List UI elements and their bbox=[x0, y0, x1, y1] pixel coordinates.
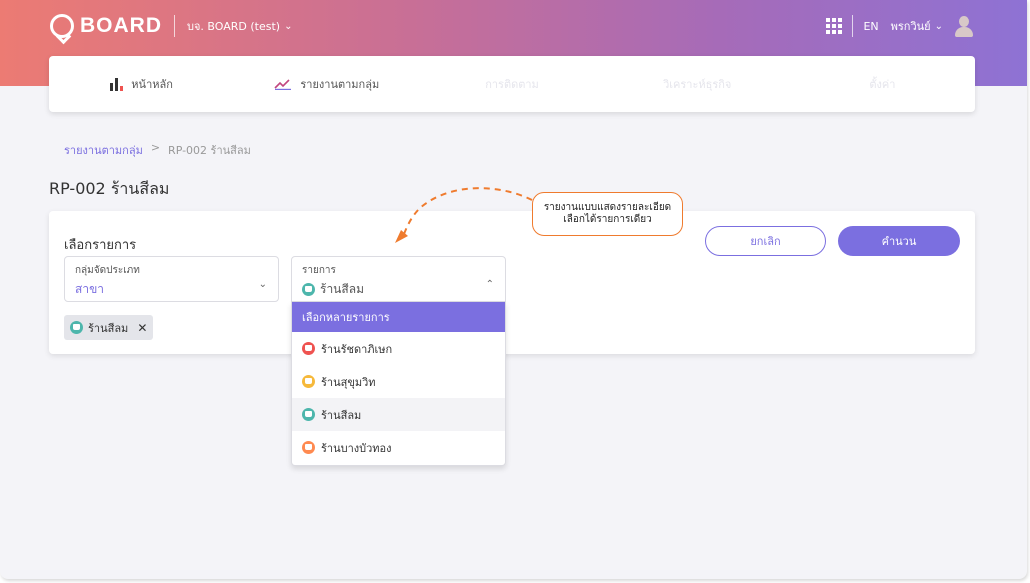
brand[interactable]: BOARD บจ. BOARD (test) ⌄ bbox=[50, 14, 292, 38]
app-frame: BOARD บจ. BOARD (test) ⌄ EN พรกวินย์ ⌄ ห… bbox=[0, 0, 1027, 579]
nav-label: หน้าหลัก bbox=[131, 78, 173, 91]
nav-label: วิเคราะห์ธุรกิจ bbox=[663, 78, 732, 91]
chevron-down-icon: ⌄ bbox=[934, 20, 943, 32]
nav-label: การติดตาม bbox=[485, 78, 539, 91]
company-name: บจ. BOARD (test) bbox=[187, 20, 281, 33]
close-icon[interactable]: ✕ bbox=[137, 321, 147, 335]
dropdown-option-selected[interactable]: ร้านสีลม bbox=[292, 398, 505, 431]
field-label: รายการ bbox=[302, 265, 336, 276]
nav-label: รายงานตามกลุ่ม bbox=[300, 78, 380, 91]
nav-item-analytics[interactable]: วิเคราะห์ธุรกิจ bbox=[605, 75, 790, 93]
multi-select-option[interactable]: เลือกหลายรายการ bbox=[292, 302, 505, 332]
header-actions: EN พรกวินย์ ⌄ bbox=[826, 15, 975, 37]
section-label: เลือกรายการ bbox=[64, 238, 137, 253]
dropdown-option[interactable]: ร้านรัชดาภิเษก bbox=[292, 332, 505, 365]
nav-item-settings[interactable]: ตั้งค่า bbox=[790, 75, 975, 93]
trend-line-icon bbox=[274, 79, 292, 90]
annotation-callout: รายงานแบบแสดงรายละเอียด เลือกได้รายการเด… bbox=[532, 192, 683, 236]
callout-line-1: รายงานแบบแสดงรายละเอียด bbox=[543, 202, 672, 213]
shop-icon bbox=[302, 441, 315, 454]
callout-line-2: เลือกได้รายการเดียว bbox=[563, 214, 652, 225]
breadcrumb-current: RP-002 ร้านสีลม bbox=[168, 144, 251, 157]
chip-label: ร้านสีลม bbox=[88, 321, 129, 335]
dropdown-option[interactable]: ร้านสุขุมวิท bbox=[292, 365, 505, 398]
chevron-down-icon: ⌄ bbox=[258, 279, 267, 290]
selected-chip[interactable]: ร้านสีลม ✕ bbox=[64, 315, 154, 340]
bar-chart-icon bbox=[110, 77, 124, 91]
avatar bbox=[953, 15, 975, 37]
breadcrumb-link[interactable]: รายงานตามกลุ่ม bbox=[64, 141, 143, 159]
nav-label: ตั้งค่า bbox=[869, 78, 896, 91]
language-switch[interactable]: EN bbox=[863, 20, 878, 33]
nav-item-tracking[interactable]: การติดตาม bbox=[419, 75, 604, 93]
page-title: RP-002 ร้านสีลม bbox=[49, 179, 170, 198]
cancel-button[interactable]: ยกเลิก bbox=[705, 226, 826, 256]
nav-item-group-report[interactable]: รายงานตามกลุ่ม bbox=[234, 75, 419, 93]
breadcrumb: รายงานตามกลุ่ม > RP-002 ร้านสีลม bbox=[64, 141, 251, 159]
apps-grid-icon[interactable] bbox=[826, 18, 843, 34]
item-select[interactable]: รายการ ร้านสีลม ⌃ bbox=[291, 256, 506, 302]
dropdown-option[interactable]: ร้านบางบัวทอง bbox=[292, 431, 505, 464]
field-value: สาขา bbox=[75, 282, 105, 296]
shop-icon bbox=[302, 408, 315, 421]
logo-text: BOARD bbox=[80, 14, 162, 37]
shop-icon bbox=[302, 342, 315, 355]
main-nav: หน้าหลัก รายงานตามกลุ่ม การติดตาม วิเครา… bbox=[49, 56, 975, 112]
user-menu[interactable]: พรกวินย์ ⌄ bbox=[891, 15, 975, 37]
breadcrumb-separator: > bbox=[150, 141, 161, 154]
callout-arrow bbox=[395, 187, 533, 243]
chevron-up-icon: ⌃ bbox=[485, 279, 494, 290]
calculate-button[interactable]: คำนวน bbox=[838, 226, 960, 256]
group-select[interactable]: กลุ่มจัดประเภท สาขา ⌄ bbox=[64, 256, 279, 302]
chevron-down-icon: ⌄ bbox=[284, 20, 293, 32]
company-selector[interactable]: บจ. BOARD (test) ⌄ bbox=[187, 17, 292, 35]
header-divider-right bbox=[852, 15, 854, 37]
shop-icon bbox=[70, 321, 83, 334]
field-value: ร้านสีลม bbox=[302, 280, 364, 299]
field-label: กลุ่มจัดประเภท bbox=[75, 265, 140, 276]
logo-icon bbox=[50, 14, 74, 38]
shop-icon bbox=[302, 283, 315, 296]
item-dropdown: เลือกหลายรายการ ร้านรัชดาภิเษก ร้านสุขุม… bbox=[291, 302, 506, 466]
shop-icon bbox=[302, 375, 315, 388]
header-divider bbox=[174, 15, 175, 37]
nav-item-home[interactable]: หน้าหลัก bbox=[49, 75, 234, 93]
user-name: พรกวินย์ bbox=[890, 20, 931, 33]
